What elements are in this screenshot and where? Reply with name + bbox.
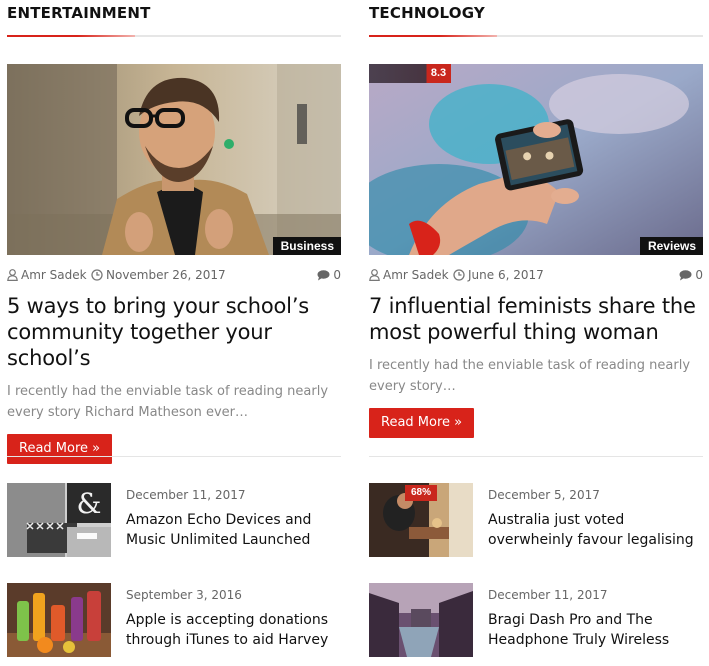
- read-more-button[interactable]: Read More »: [369, 408, 475, 438]
- post-title[interactable]: 5 ways to bring your school’s community …: [7, 293, 341, 371]
- technology-column: TECHNOLOGY 8.3 Reviews Amr Sadek June 6,…: [369, 0, 703, 438]
- featured-image[interactable]: Business: [7, 64, 341, 255]
- thumbnail-photo: [7, 583, 111, 657]
- list-date: December 11, 2017: [126, 488, 246, 502]
- category-badge[interactable]: Reviews: [639, 237, 703, 255]
- section-title[interactable]: TECHNOLOGY: [369, 0, 703, 26]
- review-score: 8.3: [430, 67, 447, 79]
- author-meta[interactable]: Amr Sadek: [7, 268, 87, 282]
- clock-icon: [453, 269, 465, 281]
- author-name: Amr Sadek: [383, 268, 449, 282]
- list-divider: [369, 456, 703, 457]
- list-item[interactable]: 68% December 5, 2017 Australia just vote…: [369, 483, 703, 557]
- read-more-button[interactable]: Read More »: [7, 434, 113, 464]
- list-divider: [7, 456, 341, 457]
- date-meta: November 26, 2017: [91, 268, 226, 282]
- comments-meta[interactable]: 0: [317, 268, 341, 282]
- featured-image[interactable]: 8.3 Reviews: [369, 64, 703, 255]
- entertainment-column: ENTERTAINMENT Business Amr Sadek Novembe…: [7, 0, 341, 464]
- list-thumbnail[interactable]: &: [7, 483, 111, 557]
- post-date: June 6, 2017: [468, 268, 544, 282]
- section-divider-accent: [369, 35, 497, 37]
- list-date: September 3, 2016: [126, 588, 242, 602]
- clock-icon: [91, 269, 103, 281]
- list-thumbnail[interactable]: [369, 583, 473, 657]
- list-item[interactable]: September 3, 2016 Apple is accepting don…: [7, 583, 341, 657]
- list-title[interactable]: Amazon Echo Devices and Music Unlimited …: [126, 510, 341, 550]
- user-icon: [369, 269, 380, 281]
- section-divider-accent: [7, 35, 135, 37]
- list-thumbnail[interactable]: 68%: [369, 483, 473, 557]
- list-date: December 11, 2017: [488, 588, 608, 602]
- author-name: Amr Sadek: [21, 268, 87, 282]
- user-icon: [7, 269, 18, 281]
- comment-count: 0: [333, 268, 341, 282]
- post-title[interactable]: 7 influential feminists share the most p…: [369, 293, 703, 345]
- ampersand-decor: &: [77, 487, 102, 520]
- list-title[interactable]: Apple is accepting donations through iTu…: [126, 610, 341, 650]
- section-divider: [7, 35, 341, 37]
- post-meta: Amr Sadek November 26, 2017 0: [7, 266, 341, 286]
- post-date: November 26, 2017: [106, 268, 226, 282]
- featured-photo: [7, 64, 341, 255]
- list-item[interactable]: December 11, 2017 Bragi Dash Pro and The…: [369, 583, 703, 657]
- comment-count: 0: [695, 268, 703, 282]
- thumbnail-photo: &: [7, 483, 111, 557]
- score-badge: 68%: [405, 485, 437, 501]
- post-excerpt: I recently had the enviable task of read…: [369, 358, 691, 394]
- list-item[interactable]: & December 11, 2017 Amazon Echo Devices …: [7, 483, 341, 557]
- comment-icon: [679, 269, 692, 280]
- date-meta: June 6, 2017: [453, 268, 544, 282]
- section-title[interactable]: ENTERTAINMENT: [7, 0, 341, 26]
- thumbnail-photo: [369, 583, 473, 657]
- author-meta[interactable]: Amr Sadek: [369, 268, 449, 282]
- featured-photo: [369, 64, 703, 255]
- comments-meta[interactable]: 0: [679, 268, 703, 282]
- post-excerpt: I recently had the enviable task of read…: [7, 384, 329, 420]
- list-title[interactable]: Bragi Dash Pro and The Headphone Truly W…: [488, 610, 703, 650]
- list-title[interactable]: Australia just voted overwheinly favour …: [488, 510, 703, 550]
- post-meta: Amr Sadek June 6, 2017 0: [369, 266, 703, 286]
- list-thumbnail[interactable]: [7, 583, 111, 657]
- section-divider: [369, 35, 703, 37]
- list-date: December 5, 2017: [488, 488, 600, 502]
- category-badge[interactable]: Business: [272, 237, 341, 255]
- comment-icon: [317, 269, 330, 280]
